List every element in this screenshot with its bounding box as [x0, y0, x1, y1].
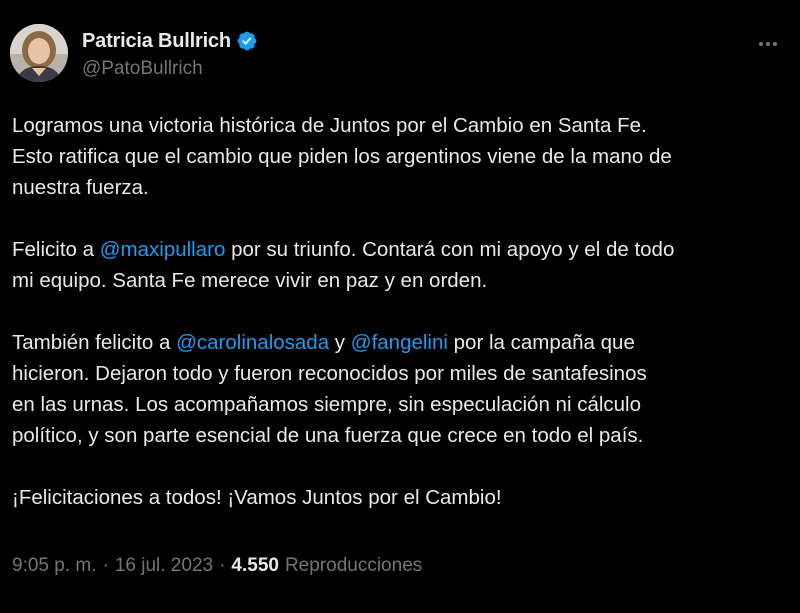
tweet-paragraph: También felicito a @carolinalosada y @fa… — [12, 327, 792, 451]
tweet-paragraph: ¡Felicitaciones a todos! ¡Vamos Juntos p… — [12, 482, 792, 513]
mention-link[interactable]: @maxipullaro — [100, 238, 226, 261]
more-options-icon[interactable] — [756, 32, 780, 56]
text-segment: Felicito a — [12, 238, 100, 261]
tweet-meta: 9:05 p. m. · 16 jul. 2023 · 4.550 Reprod… — [12, 555, 422, 577]
text-segment: También felicito a — [12, 331, 177, 354]
text-line: hicieron. Dejaron todo y fueron reconoci… — [12, 362, 647, 385]
text-segment: por la campaña que — [447, 331, 635, 354]
text-line: Esto ratifica que el cambio que piden lo… — [12, 145, 672, 168]
text-segment: por su triunfo. Contará con mi apoyo y e… — [225, 238, 675, 261]
mention-link[interactable]: @carolinalosada — [176, 331, 329, 354]
tweet-paragraph: Felicito a @maxipullaro por su triunfo. … — [12, 234, 792, 296]
meta-separator: · — [102, 555, 109, 576]
text-line: mi equipo. Santa Fe merece vivir en paz … — [12, 269, 488, 292]
text-line: ¡Felicitaciones a todos! ¡Vamos Juntos p… — [12, 486, 502, 509]
tweet-paragraph: Logramos una victoria histórica de Junto… — [12, 110, 792, 203]
views-label: Reproducciones — [284, 555, 423, 576]
display-name[interactable]: Patricia Bullrich — [82, 30, 231, 53]
text-line: nuestra fuerza. — [12, 176, 149, 199]
verified-badge-icon — [236, 30, 258, 52]
tweet-text: Logramos una victoria histórica de Junto… — [12, 110, 792, 513]
tweet-time[interactable]: 9:05 p. m. — [12, 555, 97, 577]
avatar[interactable] — [10, 24, 68, 82]
tweet-header: Patricia Bullrich @PatoBullrich — [10, 24, 790, 84]
views-count: 4.550 — [231, 555, 279, 576]
meta-separator: · — [219, 555, 226, 576]
text-line: en las urnas. Los acompañamos siempre, s… — [12, 393, 642, 416]
author-handle[interactable]: @PatoBullrich — [82, 58, 258, 80]
tweet: Patricia Bullrich @PatoBullrich Logramos… — [0, 0, 800, 613]
text-line: Logramos una victoria histórica de Junto… — [12, 114, 647, 137]
author-names: Patricia Bullrich @PatoBullrich — [82, 30, 258, 80]
text-line: político, y son parte esencial de una fu… — [12, 424, 644, 447]
text-segment: y — [329, 331, 351, 354]
mention-link[interactable]: @fangelini — [351, 331, 448, 354]
tweet-date[interactable]: 16 jul. 2023 — [115, 555, 213, 577]
